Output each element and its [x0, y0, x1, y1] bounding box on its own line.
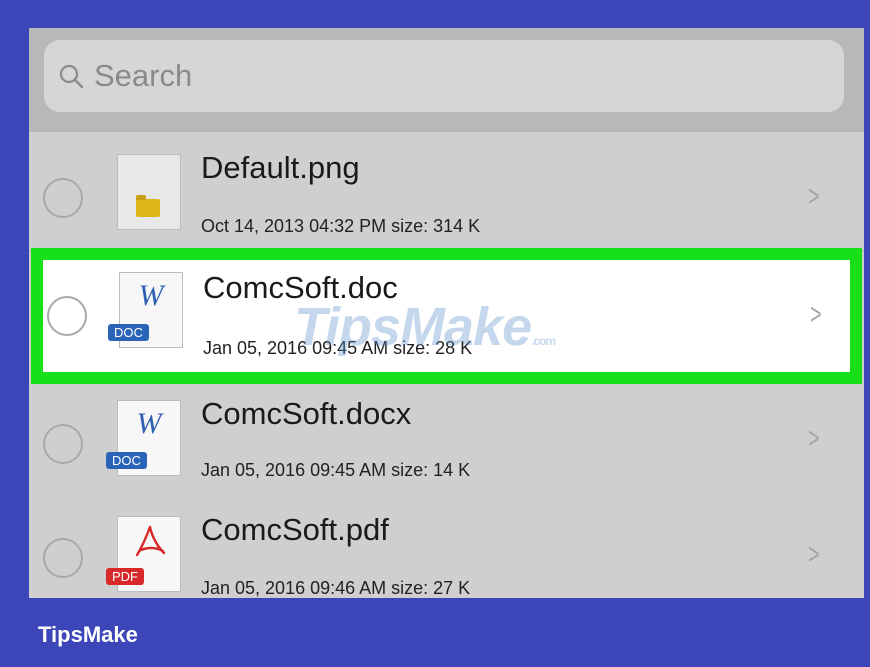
pdf-badge: PDF — [106, 568, 144, 585]
search-bar-container — [29, 28, 864, 132]
file-row-comcsoft-doc[interactable]: W DOC ComcSoft.doc Jan 05, 2016 09:45 AM… — [31, 248, 862, 384]
chevron-right-icon: > — [808, 180, 820, 213]
word-doc-icon: W DOC — [106, 400, 181, 476]
word-letter: W — [136, 407, 162, 440]
file-row-default-png[interactable]: Default.png Oct 14, 2013 04:32 PM size: … — [29, 132, 864, 252]
brand-logo-text: TipsMake — [38, 622, 138, 647]
acrobat-icon — [135, 525, 166, 557]
folder-icon — [136, 195, 160, 217]
search-bar[interactable] — [44, 40, 844, 112]
image-thumbnail-icon — [117, 154, 181, 230]
file-meta: Jan 05, 2016 09:45 AM size: 14 K — [201, 460, 471, 480]
doc-badge: DOC — [106, 452, 147, 469]
search-input[interactable] — [92, 57, 796, 95]
chevron-right-icon: > — [810, 298, 822, 331]
file-name: ComcSoft.pdf — [201, 512, 389, 547]
chevron-right-icon: > — [808, 422, 820, 455]
select-radio[interactable] — [43, 178, 83, 218]
file-meta: Jan 05, 2016 09:45 AM size: 28 K — [203, 338, 473, 358]
file-row-comcsoft-pdf[interactable]: PDF ComcSoft.pdf Jan 05, 2016 09:46 AM s… — [29, 498, 864, 598]
file-meta: Oct 14, 2013 04:32 PM size: 314 K — [201, 216, 481, 236]
select-radio[interactable] — [43, 424, 83, 464]
file-name: ComcSoft.docx — [201, 396, 412, 431]
file-list-screen: Default.png Oct 14, 2013 04:32 PM size: … — [29, 28, 864, 598]
search-icon — [59, 64, 84, 89]
select-radio[interactable] — [47, 296, 87, 336]
file-name: ComcSoft.doc — [203, 270, 398, 305]
select-radio[interactable] — [43, 538, 83, 578]
pdf-icon: PDF — [106, 516, 181, 592]
file-meta: Jan 05, 2016 09:46 AM size: 27 K — [201, 578, 471, 598]
chevron-right-icon: > — [808, 538, 820, 571]
file-row-comcsoft-docx[interactable]: W DOC ComcSoft.docx Jan 05, 2016 09:45 A… — [29, 384, 864, 504]
word-doc-icon: W DOC — [108, 272, 183, 348]
word-letter: W — [138, 279, 164, 312]
doc-badge: DOC — [108, 324, 149, 341]
file-name: Default.png — [201, 150, 360, 185]
